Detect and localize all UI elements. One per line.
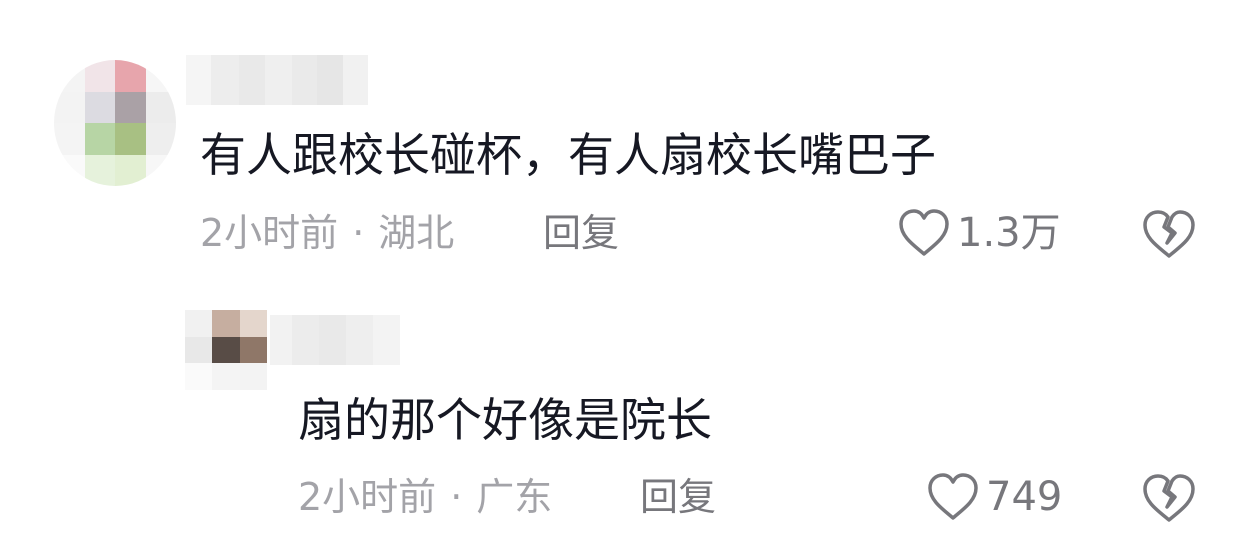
meta-separator: · <box>352 211 365 255</box>
comment-list: 有人跟校长碰杯，有人扇校长嘴巴子 2小时前 · 湖北 回复 1.3万 扇的那个好… <box>0 0 1260 559</box>
like-count: 1.3万 <box>957 210 1061 256</box>
comment-location: 湖北 <box>378 211 455 255</box>
comment-time: 2小时前 <box>298 475 437 519</box>
broken-heart-icon <box>1143 474 1195 522</box>
avatar[interactable] <box>54 60 176 186</box>
dislike-button[interactable] <box>1141 472 1197 528</box>
comment-meta: 2小时前 · 湖北 <box>200 214 454 252</box>
meta-separator: · <box>450 475 463 519</box>
comment-time: 2小时前 <box>200 211 339 255</box>
comment-meta: 2小时前 · 广东 <box>298 478 552 516</box>
avatar[interactable] <box>185 310 267 390</box>
reply-button[interactable]: 回复 <box>543 214 619 252</box>
like-button[interactable]: 749 <box>926 472 1062 522</box>
heart-outline-icon <box>899 209 949 256</box>
username-blurred[interactable] <box>270 315 400 365</box>
comment-text: 有人跟校长碰杯，有人扇校长嘴巴子 <box>200 128 936 182</box>
broken-heart-icon <box>1143 210 1195 258</box>
username-blurred[interactable] <box>186 55 368 105</box>
comment-location: 广东 <box>476 475 553 519</box>
heart-outline-icon <box>928 473 978 520</box>
like-button[interactable]: 1.3万 <box>897 208 1061 258</box>
reply-button[interactable]: 回复 <box>640 478 716 516</box>
comment-text: 扇的那个好像是院长 <box>298 393 712 447</box>
like-count: 749 <box>986 474 1063 520</box>
dislike-button[interactable] <box>1141 208 1197 264</box>
